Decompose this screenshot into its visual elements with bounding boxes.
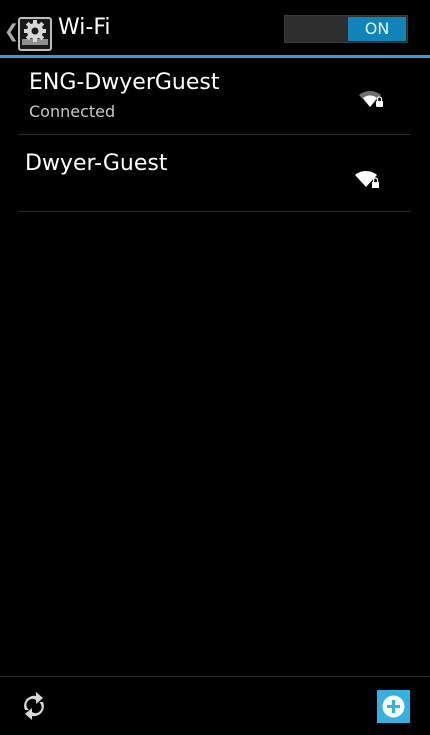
page-title: Wi-Fi [58, 15, 111, 40]
toggle-state-label: ON [364, 19, 390, 38]
refresh-scan-icon[interactable] [16, 688, 52, 724]
wifi-signal-locked-icon [359, 90, 383, 107]
chevron-left-icon: ❮ [4, 21, 20, 42]
wifi-toggle-switch[interactable]: ON [284, 15, 408, 43]
network-ssid: Dwyer-Guest [25, 151, 168, 176]
network-list-item-dwyer-guest[interactable]: Dwyer-Guest [0, 135, 430, 211]
up-navigation-button[interactable]: ❮ [0, 6, 56, 51]
list-divider [18, 211, 411, 212]
settings-gear-icon [18, 17, 52, 51]
network-status: Connected [29, 102, 116, 121]
wifi-signal-locked-icon [355, 170, 379, 188]
add-network-icon[interactable] [377, 690, 410, 723]
network-list-item-eng-dwyerguest[interactable]: ENG-DwyerGuest Connected [0, 58, 430, 135]
network-ssid: ENG-DwyerGuest [29, 70, 220, 95]
action-bar: ❮ Wi-Fi ON [0, 0, 430, 56]
bottom-action-bar [0, 676, 430, 735]
